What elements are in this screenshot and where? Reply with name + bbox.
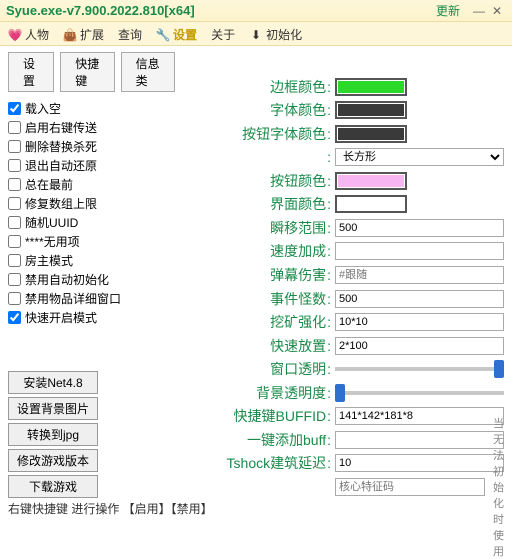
tab-settings[interactable]: 🔧设置 <box>156 26 197 43</box>
tab-about[interactable]: 关于 <box>211 26 235 43</box>
checkbox-label: 载入空 <box>25 100 61 117</box>
close-button[interactable]: ✕ <box>488 4 506 18</box>
subtab-hotkeys[interactable]: 快捷键 <box>60 52 114 92</box>
buffid-input[interactable] <box>335 407 504 425</box>
checkbox-row[interactable]: 禁用自动初始化 <box>8 271 175 288</box>
speed-bonus-label: 速度加成 <box>181 241 331 261</box>
checkbox[interactable] <box>8 216 21 229</box>
onekey-buff-label: 一键添加buff <box>181 430 331 450</box>
checkbox-row[interactable]: 随机UUID <box>8 214 175 231</box>
checkbox[interactable] <box>8 140 21 153</box>
minimize-button[interactable]: — <box>470 4 488 18</box>
checkbox[interactable] <box>8 197 21 210</box>
checkbox-label: 退出自动还原 <box>25 157 97 174</box>
btn-font-color-label: 按钮字体颜色 <box>181 124 331 144</box>
tab-character[interactable]: 💗人物 <box>8 26 49 43</box>
window-title: Syue.exe-v7.900.2022.810[x64] <box>6 3 436 18</box>
set-bg-button[interactable]: 设置背景图片 <box>8 397 98 420</box>
event-mobs-input[interactable] <box>335 290 504 308</box>
speed-bonus-input[interactable] <box>335 242 504 260</box>
ui-color-label: 界面颜色 <box>181 194 331 214</box>
checkbox-row[interactable]: 载入空 <box>8 100 175 117</box>
checkbox-label: 删除替换杀死 <box>25 138 97 155</box>
checkbox-row[interactable]: 禁用物品详细窗口 <box>8 290 175 307</box>
checkbox[interactable] <box>8 254 21 267</box>
download-game-button[interactable]: 下载游戏 <box>8 475 98 498</box>
tshock-delay-input[interactable] <box>335 454 504 472</box>
gear-icon: 🔧 <box>156 28 170 42</box>
checkbox-label: 启用右键传送 <box>25 119 97 136</box>
checkbox-label: 随机UUID <box>25 214 78 231</box>
checkbox-label: 房主模式 <box>25 252 73 269</box>
checkbox-row[interactable]: 退出自动还原 <box>8 157 175 174</box>
tab-query[interactable]: 查询 <box>118 26 142 43</box>
ui-color-swatch[interactable] <box>335 195 407 213</box>
modify-version-button[interactable]: 修改游戏版本 <box>8 449 98 472</box>
checkbox[interactable] <box>8 159 21 172</box>
bg-opacity-slider[interactable] <box>335 384 504 402</box>
bag-icon: 👜 <box>63 28 77 42</box>
bg-opacity-label: 背景透明度 <box>181 383 331 403</box>
window-opacity-label: 窗口透明 <box>181 359 331 379</box>
tp-range-label: 瞬移范围 <box>181 218 331 238</box>
btn-font-color-swatch[interactable] <box>335 125 407 143</box>
checkbox-label: ****无用项 <box>25 233 80 250</box>
font-color-label: 字体颜色 <box>181 100 331 120</box>
checkbox[interactable] <box>8 102 21 115</box>
checkbox[interactable] <box>8 292 21 305</box>
shape-select[interactable]: 长方形 <box>335 148 504 166</box>
download-icon: ⬇ <box>249 28 263 42</box>
mining-label: 挖矿强化 <box>181 312 331 332</box>
onekey-buff-input[interactable] <box>335 431 504 449</box>
window-opacity-slider[interactable] <box>335 360 504 378</box>
event-mobs-label: 事件怪数 <box>181 289 331 309</box>
footer-hint: 右键快捷键 进行操作 【启用】【禁用】 <box>0 498 512 518</box>
checkbox-label: 修复数组上限 <box>25 195 97 212</box>
checkbox-row[interactable]: 房主模式 <box>8 252 175 269</box>
btn-color-swatch[interactable] <box>335 172 407 190</box>
checkbox-row[interactable]: 总在最前 <box>8 176 175 193</box>
checkbox-row[interactable]: 快速开启模式 <box>8 309 175 326</box>
update-link[interactable]: 更新 <box>436 2 460 19</box>
core-sig-input[interactable] <box>335 478 485 496</box>
tab-initialize[interactable]: ⬇初始化 <box>249 26 302 43</box>
checkbox[interactable] <box>8 178 21 191</box>
core-sig-hint: 当无法初始化时使用 <box>493 415 504 559</box>
checkbox[interactable] <box>8 273 21 286</box>
checkbox-row[interactable]: 修复数组上限 <box>8 195 175 212</box>
checkbox-label: 禁用自动初始化 <box>25 271 109 288</box>
checkbox[interactable] <box>8 311 21 324</box>
checkbox[interactable] <box>8 121 21 134</box>
tp-range-input[interactable] <box>335 219 504 237</box>
subtab-info[interactable]: 信息类 <box>121 52 175 92</box>
tab-extension[interactable]: 👜扩展 <box>63 26 104 43</box>
checkbox-label: 总在最前 <box>25 176 73 193</box>
convert-jpg-button[interactable]: 转换到jpg <box>8 423 98 446</box>
bullet-dmg-label: 弹幕伤害 <box>181 265 331 285</box>
install-net-button[interactable]: 安装Net4.8 <box>8 371 98 394</box>
heart-icon: 💗 <box>8 28 22 42</box>
checkbox-label: 禁用物品详细窗口 <box>25 290 121 307</box>
mining-input[interactable] <box>335 313 504 331</box>
buffid-label: 快捷键BUFFID <box>181 406 331 426</box>
font-color-swatch[interactable] <box>335 101 407 119</box>
fast-place-input[interactable] <box>335 337 504 355</box>
fast-place-label: 快速放置 <box>181 336 331 356</box>
tshock-delay-label: Tshock建筑延迟 <box>181 453 331 473</box>
checkbox-label: 快速开启模式 <box>25 309 97 326</box>
subtab-settings[interactable]: 设置 <box>8 52 54 92</box>
checkbox-row[interactable]: ****无用项 <box>8 233 175 250</box>
checkbox[interactable] <box>8 235 21 248</box>
checkbox-row[interactable]: 启用右键传送 <box>8 119 175 136</box>
border-color-label: 边框颜色 <box>181 77 331 97</box>
bullet-dmg-input[interactable] <box>335 266 504 284</box>
border-color-swatch[interactable] <box>335 78 407 96</box>
checkbox-row[interactable]: 删除替换杀死 <box>8 138 175 155</box>
btn-color-label: 按钮颜色 <box>181 171 331 191</box>
